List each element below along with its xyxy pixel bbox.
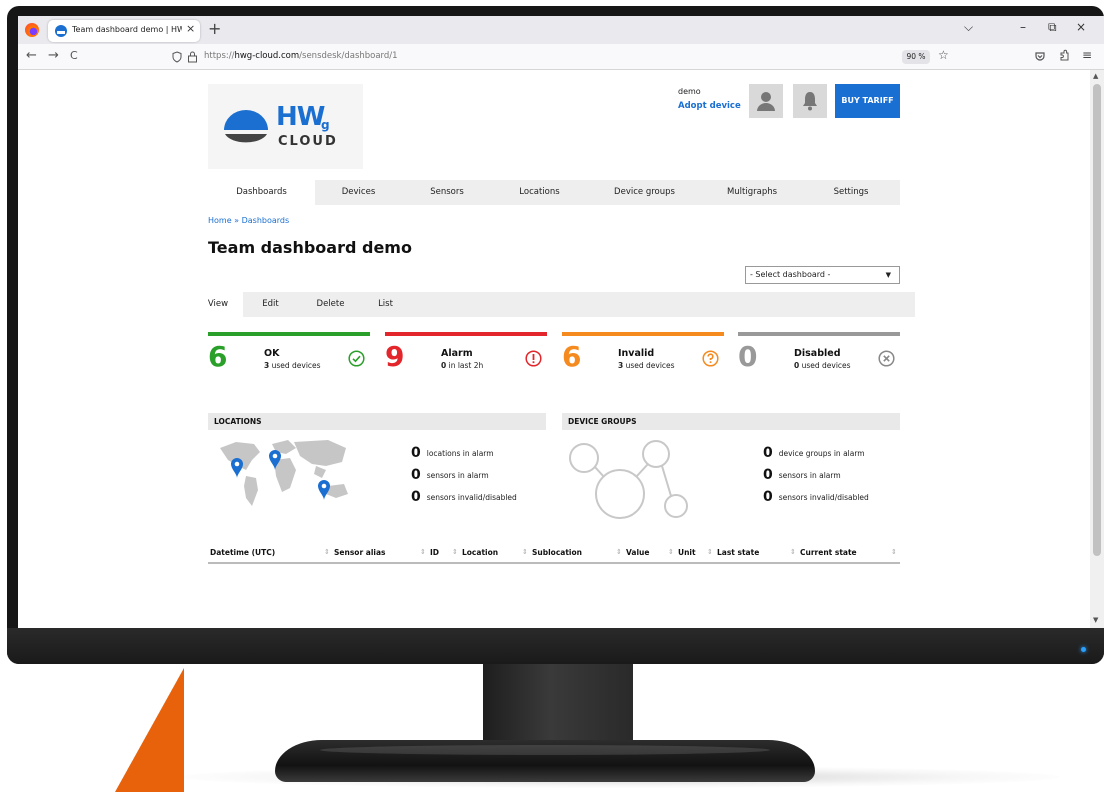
scene: Team dashboard demo | HWg- × + ⌵ – ⧉ × ←… [0, 0, 1104, 792]
decorative-orange-wedge [115, 668, 184, 792]
